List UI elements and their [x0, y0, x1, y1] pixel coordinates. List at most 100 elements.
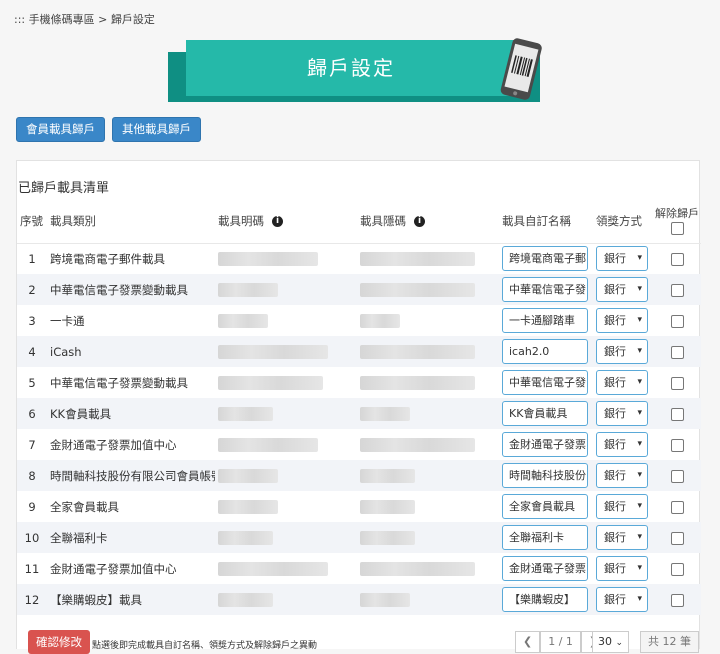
chevron-down-icon: ▾	[637, 253, 642, 264]
row-no: 1	[28, 251, 36, 266]
row-hidden-code	[357, 429, 499, 460]
custom-name-input[interactable]: 中華電信電子發	[502, 370, 588, 395]
redacted-value	[360, 561, 475, 576]
redacted-value	[218, 313, 268, 328]
chevron-down-icon: ▾	[637, 377, 642, 387]
col-header-custom-name: 載具自訂名稱	[499, 199, 593, 244]
custom-name-input[interactable]: 全家會員載具	[502, 494, 588, 519]
award-method-select[interactable]: 銀行 ▾	[596, 432, 648, 457]
col-header-type: 載具類別	[47, 199, 215, 244]
row-explicit-code	[215, 584, 357, 615]
chevron-down-icon: ▾	[637, 346, 642, 356]
award-method-select[interactable]: 銀行 ▾	[596, 246, 648, 272]
row-explicit-code	[215, 367, 357, 398]
award-method-select[interactable]: 銀行 ▾	[596, 401, 648, 426]
breadcrumb-prefix: :::	[14, 13, 26, 26]
row-hidden-code	[357, 336, 499, 367]
carrier-tabs: 會員載具歸戶 其他載具歸戶	[16, 117, 201, 142]
unbind-checkbox[interactable]	[670, 314, 684, 328]
row-explicit-code	[215, 305, 357, 336]
row-hidden-code	[357, 243, 499, 274]
confirm-button[interactable]: 確認修改	[28, 630, 90, 654]
carrier-table: 序號 載具類別 載具明碼 i 載具隱碼 i 載具自訂名稱 領獎方式 解除歸戶 1 跨境…	[17, 199, 701, 615]
award-method-select[interactable]: 銀行 ▾	[596, 370, 648, 395]
chevron-down-icon: ▾	[637, 439, 642, 449]
redacted-value	[218, 499, 278, 514]
row-no: 2	[17, 274, 47, 305]
table-row: 4 iCash icah2.0 銀行 ▾	[17, 336, 701, 367]
row-type: 全家會員載具	[50, 499, 119, 514]
row-no: 3	[28, 313, 36, 328]
info-icon[interactable]: i	[272, 215, 283, 227]
unbind-checkbox[interactable]	[670, 469, 684, 483]
row-type: KK會員載具	[47, 398, 215, 429]
custom-name-input[interactable]: 【樂購蝦皮】	[502, 587, 588, 612]
row-hidden-code	[357, 367, 499, 398]
unbind-checkbox[interactable]	[670, 252, 684, 266]
unbind-checkbox[interactable]	[670, 438, 684, 452]
row-explicit-code	[215, 429, 357, 460]
other-carrier-tab[interactable]: 其他載具歸戶	[112, 117, 201, 142]
breadcrumb-separator: >	[98, 13, 108, 26]
award-method-select[interactable]: 銀行 ▾	[596, 494, 648, 519]
row-explicit-code	[215, 553, 357, 584]
page-title: 歸戶設定	[307, 56, 395, 80]
table-row: 10 全聯福利卡 全聯福利卡 銀行 ▾	[17, 522, 701, 553]
custom-name-input[interactable]: 一卡通腳踏車	[502, 308, 588, 333]
row-explicit-code	[215, 398, 357, 429]
award-method-select[interactable]: 銀行 ▾	[596, 587, 648, 612]
row-type: 金財通電子發票加值中心	[50, 437, 177, 452]
unbind-checkbox[interactable]	[670, 283, 684, 297]
custom-name-input[interactable]: 時間軸科技股份	[502, 463, 588, 488]
award-method-select[interactable]: 銀行 ▾	[596, 525, 648, 550]
col-header-hidden: 載具隱碼 i	[357, 199, 499, 244]
row-no: 9	[28, 499, 36, 514]
page-size-select[interactable]: 30 ⌄	[592, 631, 630, 653]
row-hidden-code	[357, 398, 499, 429]
chevron-down-icon: ▾	[637, 284, 642, 294]
panel-title: 已歸戶載具清單	[18, 181, 110, 196]
award-method-select[interactable]: 銀行 ▾	[596, 463, 648, 488]
table-header-row: 序號 載具類別 載具明碼 i 載具隱碼 i 載具自訂名稱 領獎方式 解除歸戶	[17, 199, 701, 244]
custom-name-input[interactable]: 金財通電子發票	[502, 556, 588, 581]
custom-name-input[interactable]: 金財通電子發票	[502, 432, 588, 457]
breadcrumb-parent[interactable]: 手機條碼專區	[29, 13, 95, 26]
award-method-select[interactable]: 銀行 ▾	[596, 277, 648, 302]
custom-name-input[interactable]: 中華電信電子發	[502, 277, 588, 302]
table-row: 2 中華電信電子發票變動載具 中華電信電子發 銀行 ▾	[17, 274, 701, 305]
unbind-checkbox[interactable]	[670, 407, 684, 421]
unbind-checkbox[interactable]	[670, 531, 684, 545]
custom-name-input[interactable]: KK會員載具	[502, 401, 588, 426]
chevron-down-icon: ▾	[637, 532, 642, 542]
row-no: 8	[17, 460, 47, 491]
unbind-checkbox[interactable]	[670, 345, 684, 359]
page-banner: 歸戶設定	[168, 38, 548, 102]
row-no: 12	[17, 584, 47, 615]
award-method-select[interactable]: 銀行 ▾	[596, 308, 648, 333]
row-hidden-code	[357, 522, 499, 553]
unbind-checkbox[interactable]	[670, 562, 684, 576]
row-type: 時間軸科技股份有限公司會員帳號	[47, 460, 215, 491]
redacted-value	[360, 252, 475, 266]
member-carrier-tab[interactable]: 會員載具歸戶	[16, 117, 105, 142]
award-method-select[interactable]: 銀行 ▾	[596, 556, 648, 581]
unbind-checkbox[interactable]	[670, 593, 684, 607]
custom-name-input[interactable]: 全聯福利卡	[502, 525, 588, 550]
redacted-value	[360, 282, 475, 297]
chevron-down-icon: ▾	[637, 563, 642, 573]
redacted-value	[360, 468, 415, 483]
row-type: 一卡通	[50, 313, 85, 328]
breadcrumb-current: 歸戶設定	[110, 13, 155, 26]
select-all-checkbox[interactable]	[670, 221, 684, 235]
table-row: 6 KK會員載具 KK會員載具 銀行 ▾	[17, 398, 701, 429]
custom-name-input[interactable]: icah2.0	[502, 339, 588, 364]
table-row: 11 金財通電子發票加值中心 金財通電子發票 銀行 ▾	[17, 553, 701, 584]
custom-name-input[interactable]: 跨境電商電子郵	[502, 246, 588, 272]
unbind-checkbox[interactable]	[670, 500, 684, 514]
unbind-checkbox[interactable]	[670, 376, 684, 390]
prev-page-button[interactable]: ❮	[515, 631, 541, 653]
info-icon[interactable]: i	[414, 215, 425, 227]
redacted-value	[360, 499, 415, 514]
row-explicit-code	[215, 336, 357, 367]
award-method-select[interactable]: 銀行 ▾	[596, 339, 648, 364]
